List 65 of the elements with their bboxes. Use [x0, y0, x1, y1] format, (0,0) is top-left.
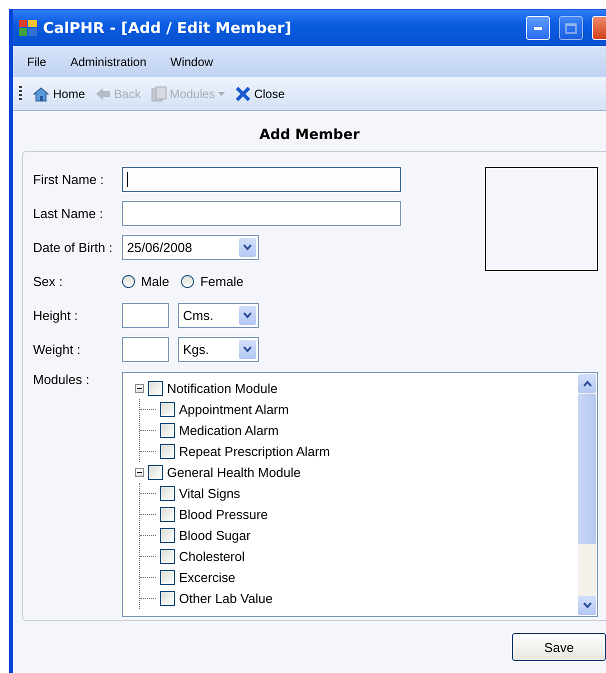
checkbox[interactable] — [160, 486, 175, 501]
collapse-icon[interactable] — [135, 468, 144, 477]
tree-item[interactable]: Other Lab Value — [179, 591, 273, 606]
menu-item[interactable]: Administration — [70, 54, 146, 68]
tree-item[interactable]: Excercise — [179, 570, 236, 585]
tree-item[interactable]: Blood Pressure — [179, 507, 268, 522]
checkbox[interactable] — [148, 381, 163, 396]
scroll-up-icon[interactable] — [578, 374, 596, 393]
maximize-button[interactable] — [559, 16, 583, 40]
field-label: Last Name : — [33, 206, 104, 221]
tree-item[interactable]: Medication Alarm — [179, 423, 279, 438]
toolbar-button[interactable]: Home — [32, 86, 86, 102]
close-icon — [235, 86, 252, 102]
number-field[interactable] — [122, 303, 169, 328]
number-field[interactable] — [122, 337, 169, 362]
radio-label[interactable]: Female — [200, 274, 244, 289]
tree-item[interactable]: Blood Sugar — [179, 528, 251, 543]
house-icon — [32, 86, 50, 102]
modules-icon — [150, 86, 167, 102]
radio-button[interactable] — [122, 275, 135, 288]
checkbox[interactable] — [160, 528, 175, 543]
field-label: Date of Birth : — [33, 240, 114, 255]
checkbox[interactable] — [160, 402, 175, 417]
app-icon — [19, 20, 37, 36]
field-label: Height : — [33, 308, 79, 323]
field-label: Sex : — [33, 274, 64, 289]
checkbox[interactable] — [160, 507, 175, 522]
window-title: CalPHR - [Add / Edit Member] — [43, 19, 292, 37]
form-heading: Add Member — [258, 126, 361, 145]
checkbox[interactable] — [160, 549, 175, 564]
minimize-button[interactable] — [526, 16, 550, 40]
maximize-icon — [565, 22, 577, 34]
minimize-icon — [534, 26, 542, 30]
module-tree[interactable]: Notification Module Appointment Alarm Medication Alarm Repeat Prescription Alarm General Health Module Vital Signs Blood Pressure Blood Sugar Cholesterol Excercise Other Lab Value — [122, 372, 598, 617]
checkbox[interactable] — [160, 423, 175, 438]
unit-dropdown[interactable]: Cms. — [178, 303, 259, 328]
scroll-down-icon[interactable] — [578, 596, 596, 615]
radio-button[interactable] — [181, 275, 194, 288]
scroll-thumb[interactable] — [578, 394, 596, 544]
tree-item[interactable]: Vital Signs — [179, 486, 240, 501]
field-label: First Name : — [33, 172, 105, 187]
toolbar-button[interactable]: Close — [235, 86, 285, 102]
checkbox[interactable] — [160, 444, 175, 459]
save-button[interactable]: Save — [512, 633, 606, 661]
tree-item[interactable]: Appointment Alarm — [179, 402, 289, 417]
collapse-icon[interactable] — [135, 384, 144, 393]
menu-item[interactable]: Window — [170, 54, 214, 68]
menu-item[interactable]: File — [27, 54, 46, 68]
back-arrow-icon — [95, 86, 112, 100]
close-button[interactable] — [592, 16, 606, 40]
tree-item[interactable]: Notification Module — [167, 381, 278, 396]
field-label: Weight : — [33, 342, 82, 357]
date-picker[interactable]: 25/06/2008 — [122, 235, 259, 260]
checkbox[interactable] — [160, 570, 175, 585]
tree-item[interactable]: General Health Module — [167, 465, 301, 480]
tree-item[interactable]: Cholesterol — [179, 549, 245, 564]
checkbox[interactable] — [148, 465, 163, 480]
text-field[interactable] — [122, 201, 401, 226]
unit-dropdown[interactable]: Kgs. — [178, 337, 259, 362]
checkbox[interactable] — [160, 591, 175, 606]
tree-item[interactable]: Repeat Prescription Alarm — [179, 444, 330, 459]
text-field[interactable] — [122, 167, 401, 192]
radio-label[interactable]: Male — [141, 274, 170, 289]
caret-icon — [218, 92, 226, 96]
field-label: Modules : — [33, 372, 90, 389]
